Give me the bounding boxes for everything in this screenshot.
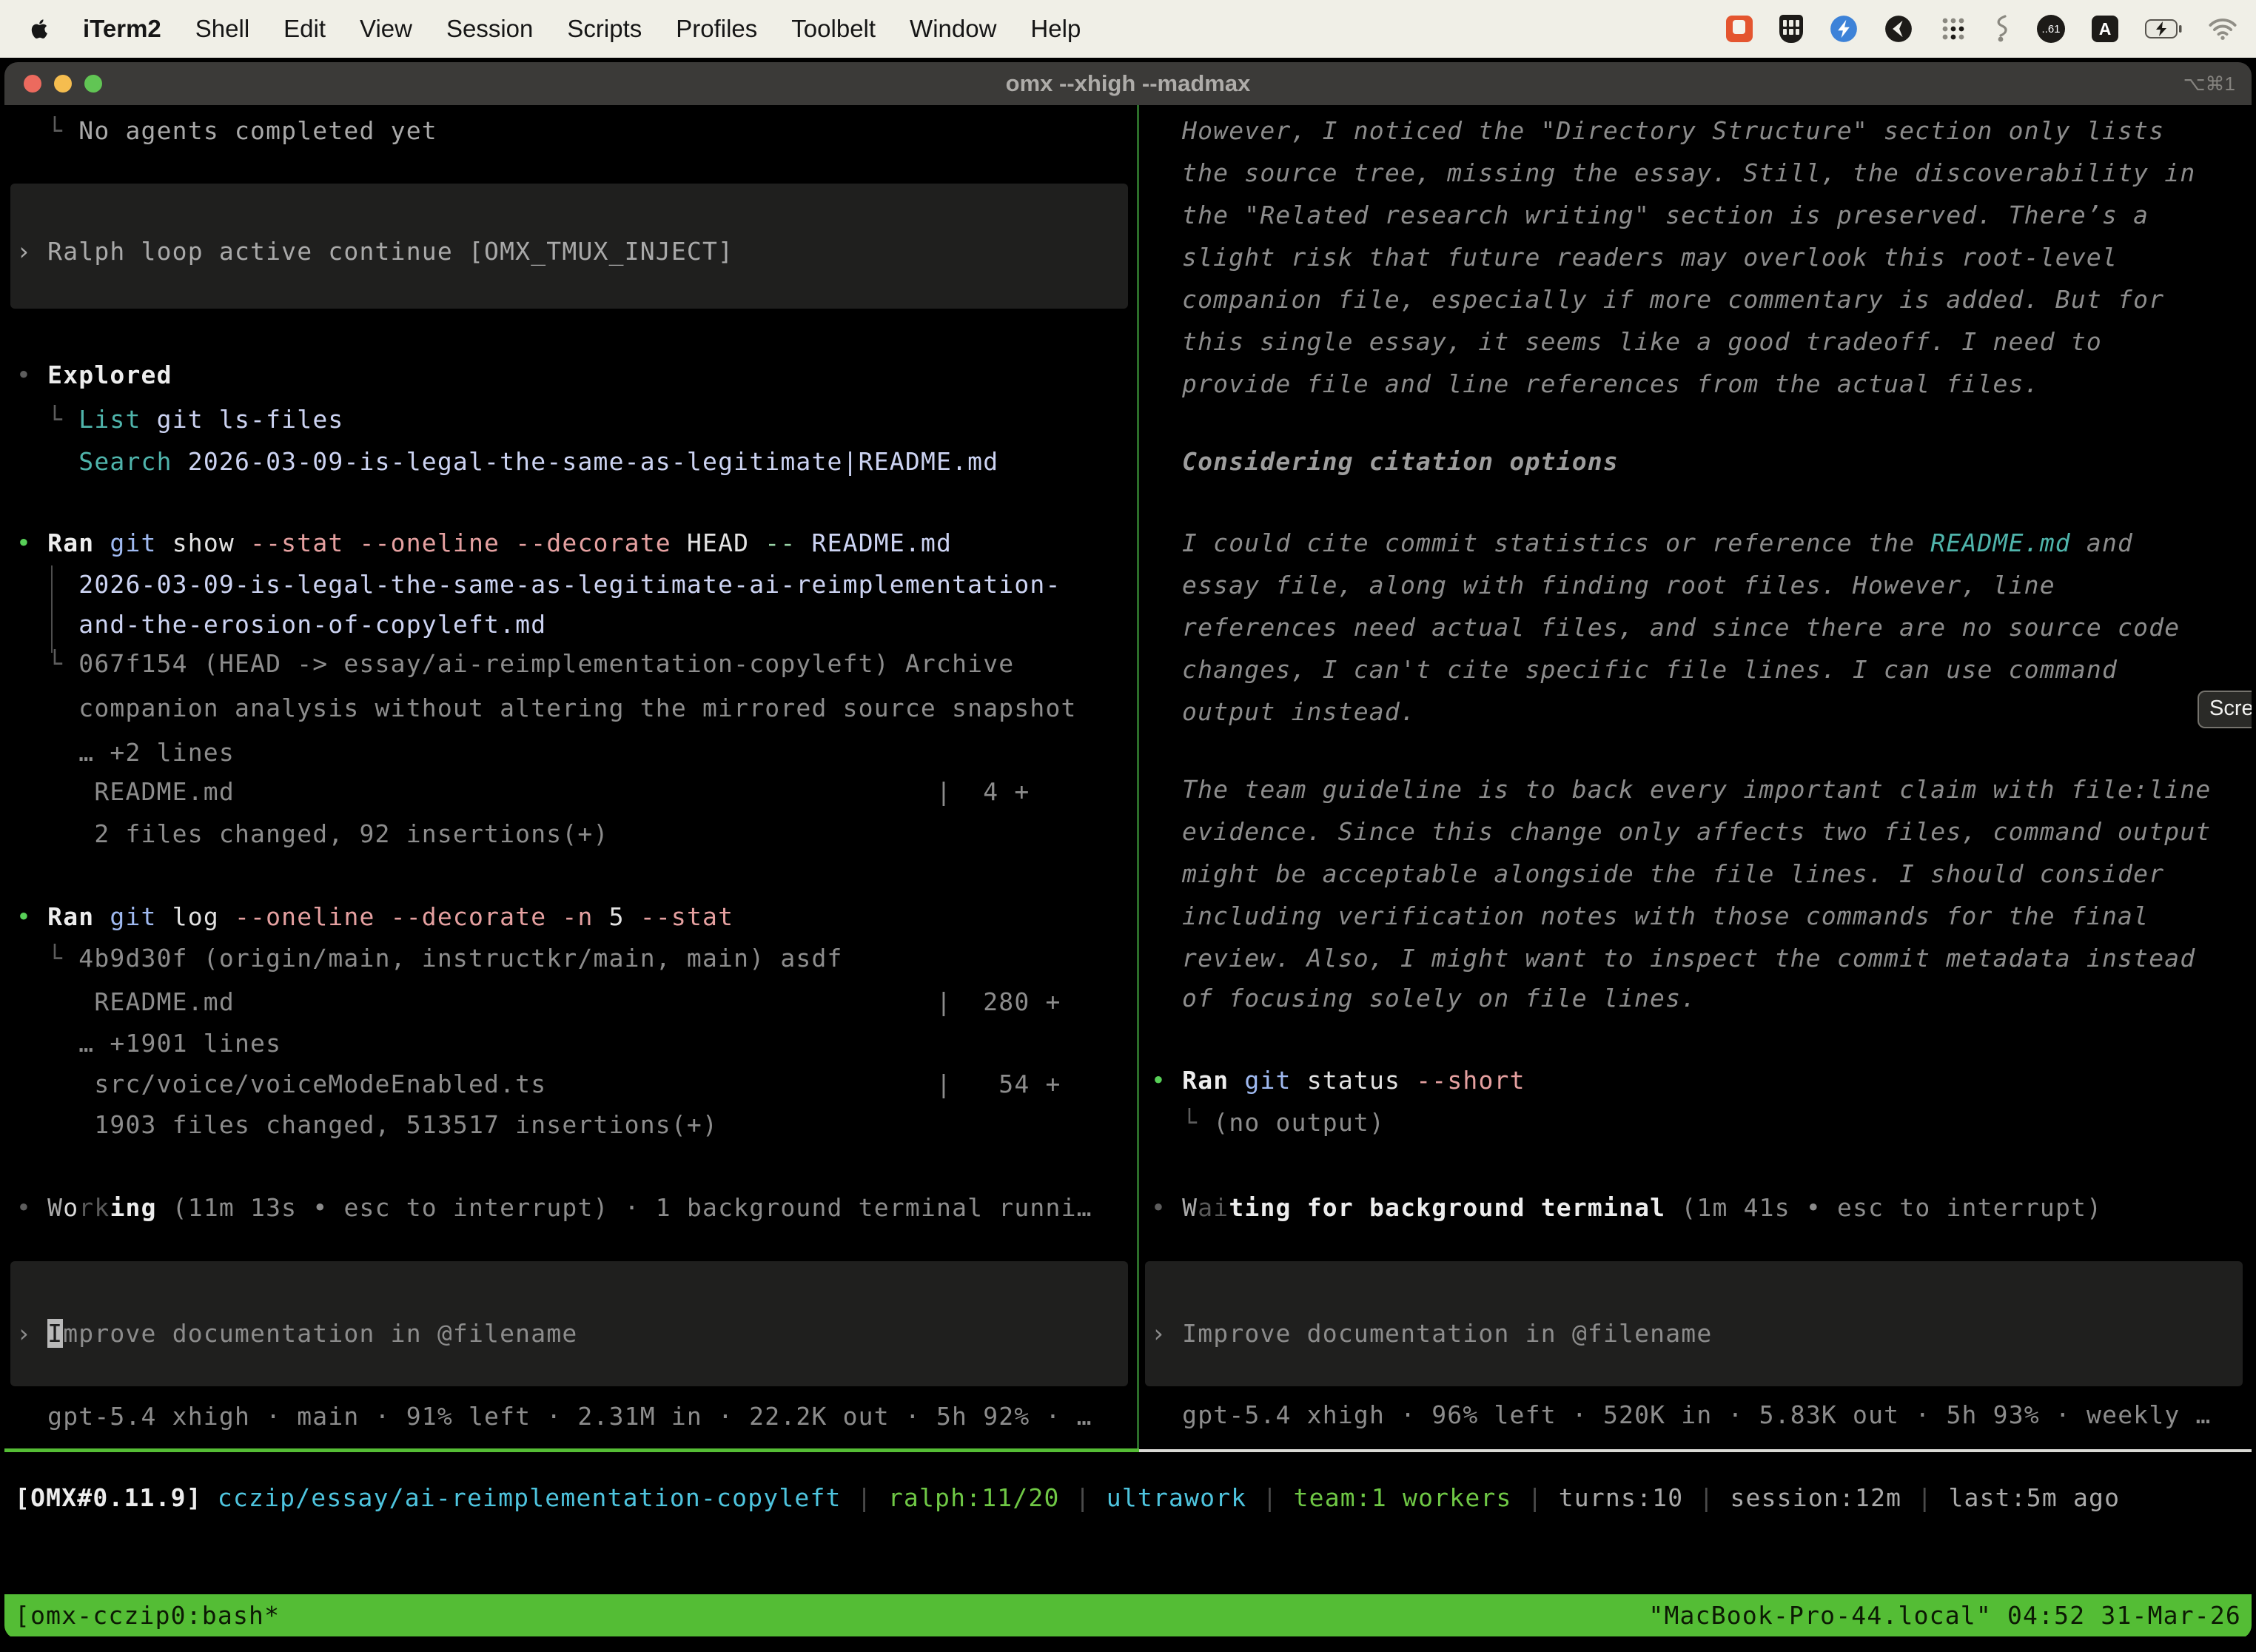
omx-status-bar: [OMX#0.11.9] cczip/essay/ai-reimplementa…: [15, 1477, 2120, 1519]
ran-command-line: • Ran git status --short: [1151, 1059, 2249, 1101]
reasoning-text-line: companion file, especially if more comme…: [1151, 278, 2249, 320]
reasoning-text-line: However, I noticed the "Directory Struct…: [1151, 110, 2249, 152]
term-line: Search 2026-03-09-is-legal-the-same-as-l…: [16, 440, 1134, 483]
menu-item-session[interactable]: Session: [446, 15, 533, 43]
diffstat-line: README.md | 4 +: [16, 770, 1134, 813]
menu-item-scripts[interactable]: Scripts: [567, 15, 642, 43]
reasoning-text-line: of focusing solely on file lines.: [1151, 977, 2249, 1019]
menu-item-toolbelt[interactable]: Toolbelt: [791, 15, 876, 43]
menu-item-app[interactable]: iTerm2: [83, 15, 161, 43]
diffstat-line: README.md | 280 +: [16, 981, 1134, 1023]
menu-item-shell[interactable]: Shell: [195, 15, 249, 43]
reasoning-text-line: references need actual files, and since …: [1151, 606, 2249, 648]
reasoning-text-line: provide file and line references from th…: [1151, 363, 2249, 405]
prompt-input-text[interactable]: › Improve documentation in @filename: [16, 1312, 1134, 1354]
term-line: companion analysis without altering the …: [16, 687, 1134, 729]
term-line: 2026-03-09-is-legal-the-same-as-legitima…: [16, 563, 1134, 605]
diffstat-summary-line: 1903 files changed, 513517 insertions(+): [16, 1104, 1134, 1146]
term-line: … +2 lines: [16, 731, 1134, 773]
reasoning-text-line: changes, I can't cite specific file line…: [1151, 648, 2249, 691]
explored-header-line: • Explored: [16, 354, 1134, 396]
menu-item-edit[interactable]: Edit: [283, 15, 326, 43]
reasoning-text-line: this single essay, it seems like a good …: [1151, 320, 2249, 363]
menu-item-help[interactable]: Help: [1030, 15, 1081, 43]
menu-item-view[interactable]: View: [360, 15, 412, 43]
hook-squiggle-icon[interactable]: [1994, 14, 2010, 44]
battery-icon[interactable]: [2145, 19, 2182, 38]
waiting-status-line: • Waiting for background terminal (1m 41…: [1151, 1186, 2249, 1229]
term-line: └ List git ls-files: [16, 398, 1134, 440]
reasoning-text-line: the "Related research writing" section i…: [1151, 194, 2249, 236]
prompt-input-text[interactable]: › Improve documentation in @filename: [1151, 1312, 2249, 1354]
model-status-line: gpt-5.4 xhigh · 96% left · 520K in · 5.8…: [1151, 1394, 2249, 1436]
model-status-line: gpt-5.4 xhigh · main · 91% left · 2.31M …: [16, 1395, 1134, 1437]
ran-command-line: • Ran git show --stat --oneline --decora…: [16, 522, 1134, 564]
blue-bolt-badge-icon[interactable]: [1830, 15, 1858, 43]
window-titlebar[interactable]: omx --xhigh --madmax ⌥⌘1: [4, 62, 2252, 105]
ralph-loop-line: › Ralph loop active continue [OMX_TMUX_I…: [16, 230, 1134, 272]
macos-menu-bar: iTerm2 Shell Edit View Session Scripts P…: [0, 0, 2256, 58]
dark-circle-chevron-icon[interactable]: [1884, 15, 1913, 43]
term-line: and-the-erosion-of-copyleft.md: [16, 603, 1134, 645]
ran-command-line: • Ran git log --oneline --decorate -n 5 …: [16, 896, 1134, 938]
iterm2-window: omx --xhigh --madmax ⌥⌘1 └ No agents com…: [4, 62, 2252, 1639]
terminal-content: └ No agents completed yet › Ralph loop a…: [4, 105, 2252, 1639]
active-pane-border: [4, 1448, 1139, 1452]
window-shortcut-badge: ⌥⌘1: [2183, 62, 2235, 105]
reasoning-text-line: the source tree, missing the essay. Stil…: [1151, 152, 2249, 194]
menu-item-window[interactable]: Window: [910, 15, 996, 43]
diffstat-summary-line: 2 files changed, 92 insertions(+): [16, 813, 1134, 855]
dots-grid-icon[interactable]: [1939, 15, 1967, 43]
wifi-icon[interactable]: [2209, 18, 2237, 40]
reasoning-text-line: The team guideline is to back every impo…: [1151, 768, 2249, 810]
tmux-host-clock: "MacBook-Pro-44.local" 04:52 31-Mar-26: [1648, 1594, 2241, 1636]
reasoning-text-line: essay file, along with finding root file…: [1151, 564, 2249, 606]
term-line: … +1901 lines: [16, 1022, 1134, 1064]
term-line: └ No agents completed yet: [16, 110, 1134, 152]
inactive-pane-border: [1139, 1449, 2252, 1452]
window-title: omx --xhigh --madmax: [4, 62, 2252, 105]
reasoning-text-line: including verification notes with those …: [1151, 895, 2249, 937]
tmux-session-name[interactable]: [omx-cczip0:bash*: [15, 1594, 280, 1636]
menu-item-profiles[interactable]: Profiles: [676, 15, 757, 43]
reasoning-text-line: slight risk that future readers may over…: [1151, 236, 2249, 278]
agent-pane-right[interactable]: However, I noticed the "Directory Struct…: [1139, 105, 2252, 1594]
reasoning-text-line: I could cite commit statistics or refere…: [1151, 522, 2249, 564]
input-source-icon[interactable]: A: [2092, 16, 2118, 42]
desktop: iTerm2 Shell Edit View Session Scripts P…: [0, 0, 2256, 1652]
reasoning-text-line: might be acceptable alongside the file l…: [1151, 853, 2249, 895]
reasoning-text-line: review. Also, I might want to inspect th…: [1151, 937, 2249, 979]
tmux-status-bar: [omx-cczip0:bash* "MacBook-Pro-44.local"…: [4, 1594, 2252, 1636]
screen-tooltip: Scre: [2198, 691, 2252, 728]
apple-menu-icon[interactable]: [28, 17, 52, 41]
term-line: └ (no output): [1151, 1101, 2249, 1144]
term-line: └ 067f154 (HEAD -> essay/ai-reimplementa…: [16, 642, 1134, 685]
reasoning-text-line: evidence. Since this change only affects…: [1151, 810, 2249, 853]
reasoning-heading: Considering citation options: [1151, 440, 2249, 483]
battery-gauge-badge-icon[interactable]: ..61: [2037, 15, 2065, 43]
agent-pane-left[interactable]: └ No agents completed yet › Ralph loop a…: [4, 105, 1137, 1594]
working-status-line: • Working (11m 13s • esc to interrupt) ·…: [16, 1186, 1134, 1229]
diffstat-line: src/voice/voiceModeEnabled.ts | 54 +: [16, 1063, 1134, 1105]
term-line: └ 4b9d30f (origin/main, instructkr/main,…: [16, 937, 1134, 979]
screenshot-app-icon[interactable]: [1726, 16, 1753, 42]
shield-grid-icon[interactable]: [1779, 15, 1803, 43]
reasoning-text-line: output instead.: [1151, 691, 2249, 733]
